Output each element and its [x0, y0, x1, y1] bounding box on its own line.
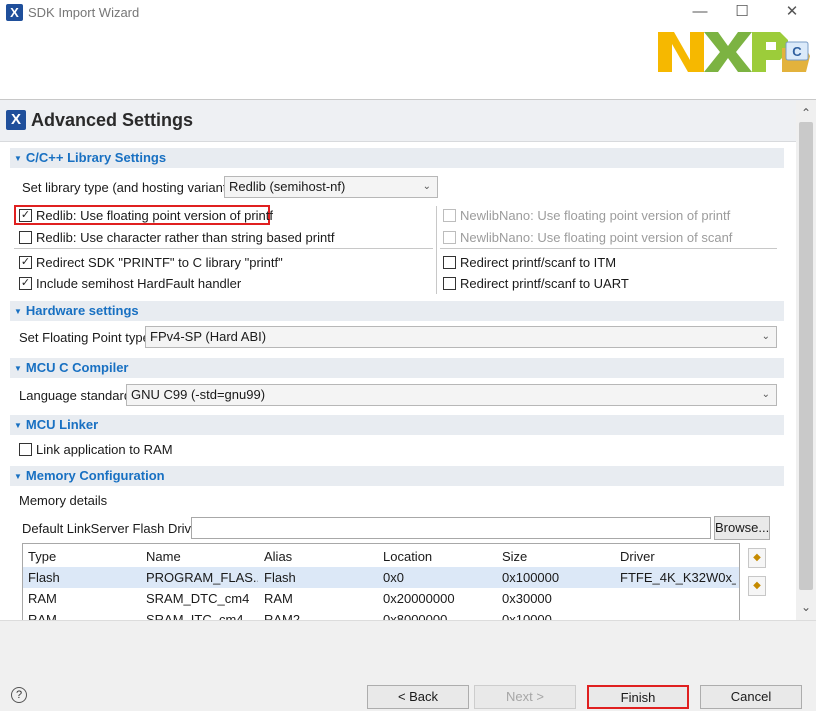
fp-type-select[interactable]: FPv4-SP (Hard ABI) ⌄ [145, 326, 777, 348]
label-redirect-itm: Redirect printf/scanf to ITM [460, 255, 617, 270]
cancel-button[interactable]: Cancel [700, 685, 802, 709]
section-mcu-linker[interactable]: ▼ MCU Linker [10, 415, 784, 435]
cell-size: 0x10000 [502, 612, 552, 620]
column-header-name[interactable]: Name [146, 549, 181, 564]
table-row[interactable]: RAM SRAM_DTC_cm4 RAM 0x20000000 0x30000 [23, 588, 739, 609]
section-library-settings[interactable]: ▼ C/C++ Library Settings [10, 148, 784, 168]
cell-type: RAM [28, 612, 57, 620]
checkbox-semihost-hardfault[interactable]: ✓ [19, 277, 32, 290]
maximize-button[interactable]: ☐ [722, 0, 762, 26]
label-newlibnano-float-printf: NewlibNano: Use floating point version o… [460, 208, 731, 223]
label-semihost-hardfault: Include semihost HardFault handler [36, 276, 242, 291]
memory-table[interactable]: Type Name Alias Location Size Driver Fla… [22, 543, 740, 620]
column-header-alias[interactable]: Alias [264, 549, 292, 564]
cell-location: 0x20000000 [383, 591, 455, 606]
window-title: SDK Import Wizard [28, 5, 140, 20]
label-link-to-ram: Link application to RAM [36, 442, 173, 457]
library-type-label: Set library type (and hosting variant) [22, 180, 231, 195]
fp-type-label: Set Floating Point type [19, 330, 150, 345]
cell-name: PROGRAM_FLAS... [146, 570, 258, 585]
browse-button[interactable]: Browse... [714, 516, 770, 540]
add-memory-icon[interactable]: ◆ [748, 548, 766, 568]
chevron-down-icon: ⌄ [761, 389, 770, 400]
checkbox-newlibnano-float-printf[interactable] [443, 209, 456, 222]
column-header-type[interactable]: Type [28, 549, 56, 564]
language-standard-label: Language standard [19, 388, 132, 403]
checkbox-redirect-uart[interactable] [443, 277, 456, 290]
checkbox-newlibnano-float-scanf[interactable] [443, 231, 456, 244]
cell-alias: RAM2 [264, 612, 301, 620]
back-button[interactable]: < Back [367, 685, 469, 709]
library-type-select[interactable]: Redlib (semihost-nf) ⌄ [224, 176, 438, 198]
divider [14, 248, 433, 249]
section-hardware-settings[interactable]: ▼ Hardware settings [10, 301, 784, 321]
logo-badge-text: C [792, 44, 802, 59]
checkbox-redirect-itm[interactable] [443, 256, 456, 269]
app-icon: X [6, 4, 23, 21]
flash-driver-input[interactable] [191, 517, 711, 539]
collapse-icon: ▼ [14, 306, 22, 316]
cell-location: 0x0 [383, 570, 404, 585]
vertical-scrollbar[interactable]: ⌃ ⌄ [796, 100, 816, 620]
language-standard-select[interactable]: GNU C99 (-std=gnu99) ⌄ [126, 384, 777, 406]
page-header: X Advanced Settings [0, 100, 796, 142]
scroll-thumb[interactable] [799, 122, 813, 590]
copy-memory-icon[interactable]: ◆ [748, 576, 766, 596]
next-button[interactable]: Next > [474, 685, 576, 709]
chevron-down-icon: ⌄ [761, 331, 770, 342]
table-header-row: Type Name Alias Location Size Driver [23, 546, 739, 567]
collapse-icon: ▼ [14, 363, 22, 373]
cell-type: RAM [28, 591, 57, 606]
cell-size: 0x100000 [502, 570, 560, 585]
label-redlib-char-printf: Redlib: Use character rather than string… [36, 230, 335, 245]
checkbox-redlib-float-printf[interactable]: ✓ [19, 209, 32, 222]
cell-alias: RAM [264, 591, 293, 606]
cell-alias: Flash [264, 570, 296, 585]
collapse-icon: ▼ [14, 153, 22, 163]
label-newlibnano-float-scanf: NewlibNano: Use floating point version o… [460, 230, 733, 245]
wizard-footer: ? < Back Next > Finish Cancel [0, 620, 816, 711]
flash-driver-label: Default LinkServer Flash Driver [22, 521, 203, 536]
column-header-location[interactable]: Location [383, 549, 432, 564]
minimize-button[interactable]: — [680, 0, 720, 26]
column-header-size[interactable]: Size [502, 549, 527, 564]
divider [440, 248, 777, 249]
checkbox-redlib-char-printf[interactable] [19, 231, 32, 244]
table-row[interactable]: Flash PROGRAM_FLAS... Flash 0x0 0x100000… [23, 567, 739, 588]
page-icon: X [6, 110, 26, 130]
label-redlib-float-printf: Redlib: Use floating point version of pr… [36, 208, 274, 223]
scroll-down-icon[interactable]: ⌄ [796, 600, 816, 614]
scroll-up-icon[interactable]: ⌃ [796, 106, 816, 120]
divider [436, 206, 437, 294]
settings-content: ▼ C/C++ Library Settings Set library type… [0, 142, 796, 620]
page-title: Advanced Settings [31, 110, 194, 130]
section-mcu-compiler[interactable]: ▼ MCU C Compiler [10, 358, 784, 378]
title-bar: X SDK Import Wizard — ☐ ✕ [0, 0, 816, 26]
collapse-icon: ▼ [14, 420, 22, 430]
cell-name: SRAM_ITC_cm4 [146, 612, 244, 620]
cell-name: SRAM_DTC_cm4 [146, 591, 250, 606]
label-redirect-uart: Redirect printf/scanf to UART [460, 276, 629, 291]
finish-button[interactable]: Finish [587, 685, 689, 709]
collapse-icon: ▼ [14, 471, 22, 481]
checkbox-redirect-sdk-printf[interactable]: ✓ [19, 256, 32, 269]
table-row[interactable]: RAM SRAM_ITC_cm4 RAM2 0x8000000 0x10000 [23, 609, 739, 620]
cell-size: 0x30000 [502, 591, 552, 606]
label-redirect-sdk-printf: Redirect SDK "PRINTF" to C library "prin… [36, 255, 283, 270]
column-header-driver[interactable]: Driver [620, 549, 655, 564]
checkbox-link-to-ram[interactable] [19, 443, 32, 456]
cell-driver: FTFE_4K_K32W0x_... [620, 570, 736, 585]
memory-details-label: Memory details [19, 493, 108, 508]
help-icon[interactable]: ? [11, 687, 27, 703]
cell-location: 0x8000000 [383, 612, 448, 620]
section-memory-config[interactable]: ▼ Memory Configuration [10, 466, 784, 486]
close-button[interactable]: ✕ [772, 0, 812, 26]
cell-type: Flash [28, 570, 60, 585]
nxp-logo: C [656, 26, 812, 76]
chevron-down-icon: ⌄ [422, 181, 431, 192]
